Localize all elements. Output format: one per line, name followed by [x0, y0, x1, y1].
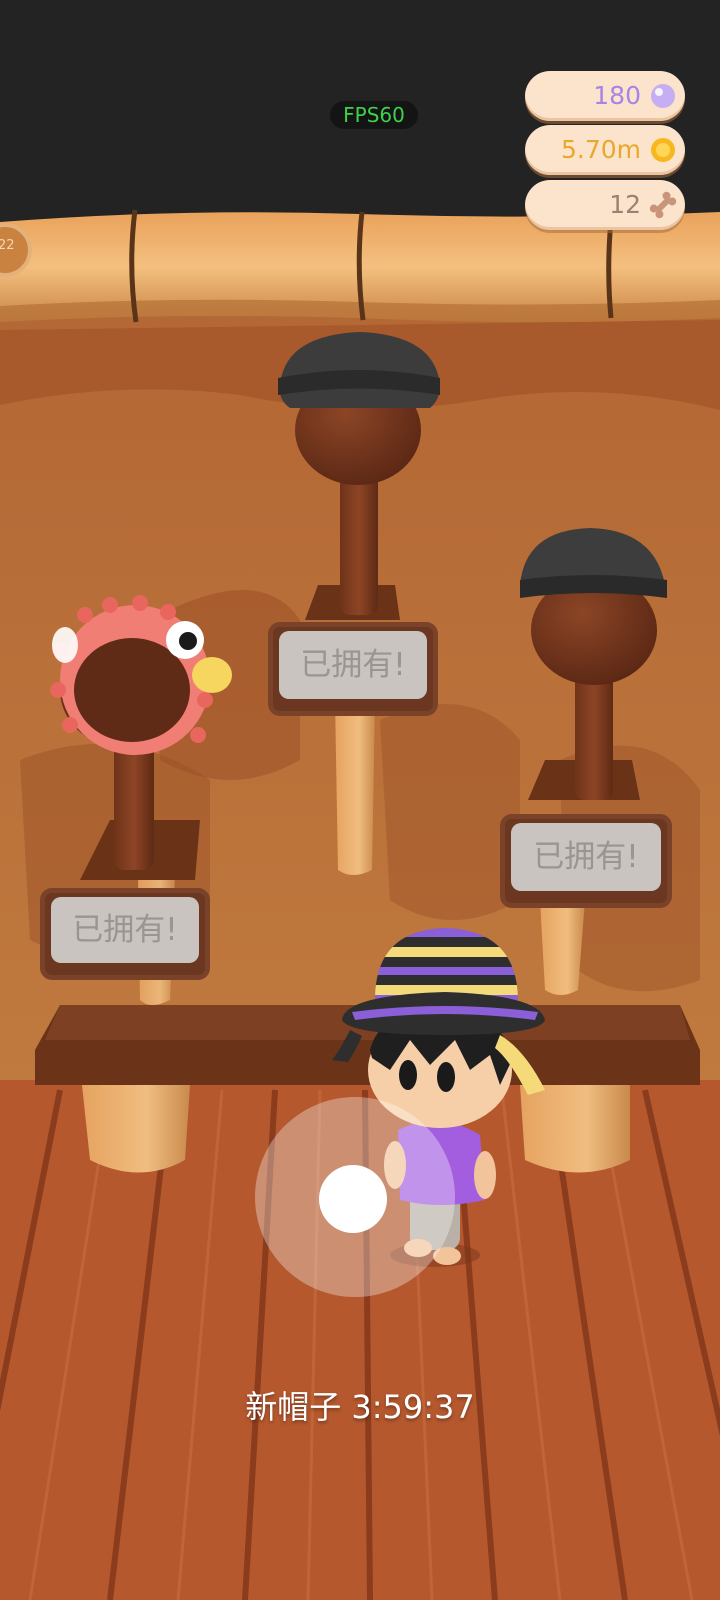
owned-sign-beanie[interactable]: 已拥有!: [500, 814, 672, 908]
joystick-knob[interactable]: [319, 1165, 387, 1233]
owned-label: 已拥有!: [51, 897, 199, 963]
bone-icon: [649, 191, 677, 219]
pearl-count: 180: [593, 81, 641, 110]
pearl-counter: 180: [525, 71, 685, 121]
new-hat-timer: 新帽子 3:59:37: [245, 1388, 475, 1426]
bone-count: 12: [609, 190, 641, 219]
virtual-joystick[interactable]: [255, 1097, 455, 1297]
owned-sign-pufferfish-hat[interactable]: 已拥有!: [40, 888, 210, 980]
side-badge-label: 22: [0, 238, 15, 253]
bone-counter: 12: [525, 180, 685, 230]
owned-sign-flat-cap[interactable]: 已拥有!: [268, 622, 438, 716]
coin-counter: 5.70m: [525, 125, 685, 175]
pearl-icon: [651, 84, 675, 108]
game-scene: [0, 0, 720, 1600]
fps-counter: FPS60: [330, 101, 418, 129]
coin-count: 5.70m: [560, 135, 641, 164]
owned-label: 已拥有!: [511, 823, 661, 891]
coin-icon: [651, 138, 675, 162]
owned-label: 已拥有!: [279, 631, 427, 699]
